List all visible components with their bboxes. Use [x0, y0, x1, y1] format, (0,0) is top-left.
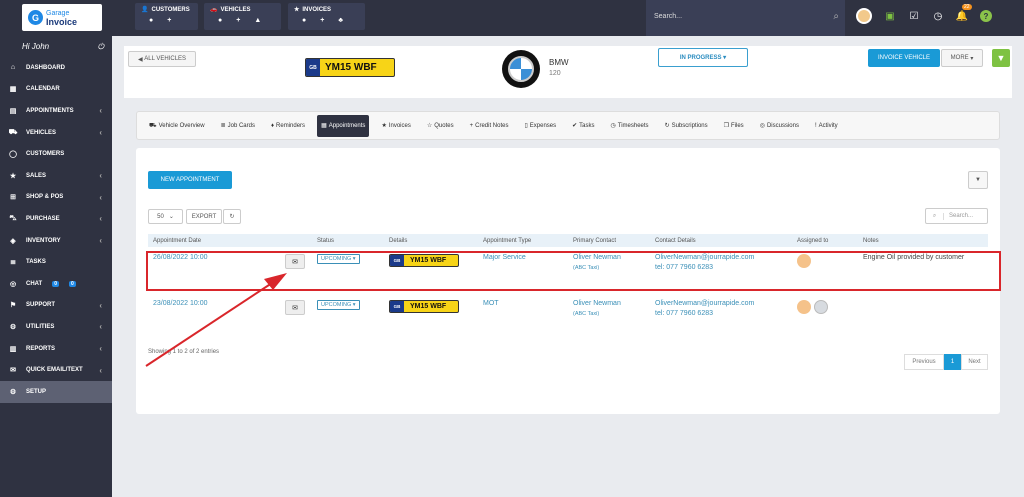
arrow-head: [264, 273, 287, 290]
arrow-line: [145, 282, 273, 367]
annotation-arrow: [145, 273, 287, 367]
